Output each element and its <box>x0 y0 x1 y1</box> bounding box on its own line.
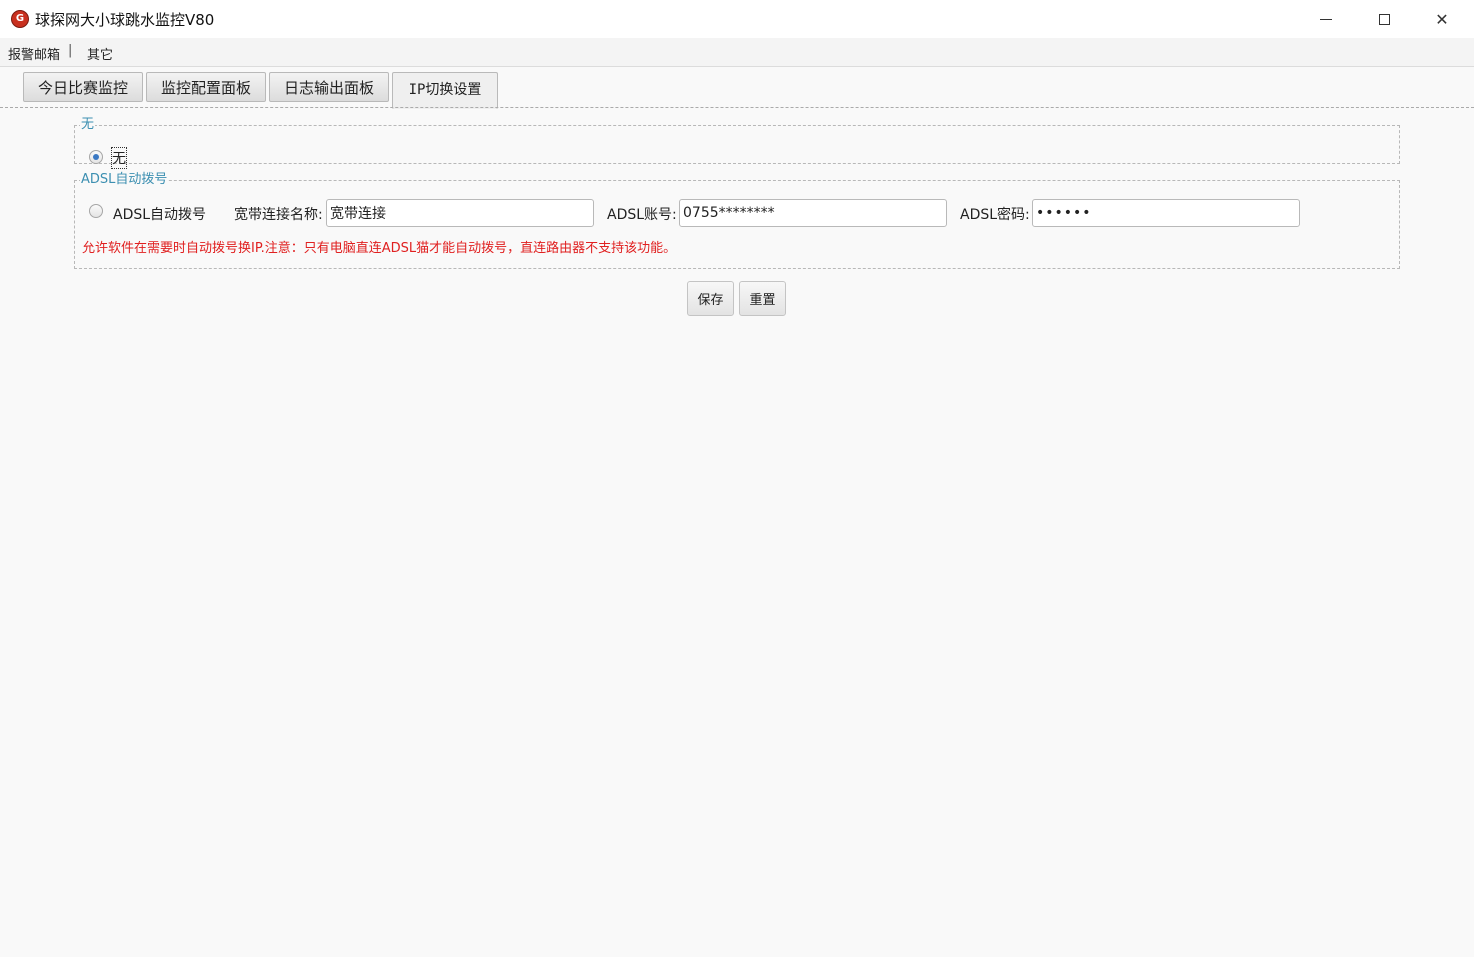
group-none-legend: 无 <box>80 116 96 134</box>
adsl-password-label: ADSL密码: <box>960 207 1030 223</box>
maximize-button[interactable] <box>1355 0 1413 38</box>
adsl-account-input[interactable] <box>679 199 947 227</box>
close-icon: ✕ <box>1435 9 1449 29</box>
tab-bar: 今日比赛监控 监控配置面板 日志输出面板 IP切换设置 <box>0 66 1474 109</box>
menu-item-other[interactable]: 其它 <box>87 44 113 63</box>
menu-item-alert-email[interactable]: 报警邮箱 <box>8 44 60 63</box>
tab-log-output[interactable]: 日志输出面板 <box>269 72 389 102</box>
minimize-icon <box>1320 18 1332 20</box>
reset-button[interactable]: 重置 <box>739 281 786 316</box>
connection-name-label: 宽带连接名称: <box>234 207 323 223</box>
tab-today-matches[interactable]: 今日比赛监控 <box>23 72 143 102</box>
connection-name-input[interactable] <box>326 199 594 227</box>
adsl-password-input[interactable] <box>1032 199 1300 227</box>
adsl-warning-text: 允许软件在需要时自动拨号换IP.注意：只有电脑直连ADSL猫才能自动拨号，直连路… <box>82 241 677 256</box>
tab-content-divider <box>0 107 1474 108</box>
menu-separator: | <box>68 43 73 58</box>
radio-none-label[interactable]: 无 <box>111 147 127 169</box>
window-title: 球探网大小球跳水监控V80 <box>35 11 215 29</box>
menu-bar: 报警邮箱 | 其它 <box>0 38 1474 67</box>
close-button[interactable]: ✕ <box>1413 0 1471 38</box>
radio-none[interactable] <box>89 150 103 164</box>
group-adsl-legend: ADSL自动拨号 <box>80 171 169 189</box>
radio-adsl-label[interactable]: ADSL自动拨号 <box>113 204 206 224</box>
tab-ip-switch[interactable]: IP切换设置 <box>392 72 498 109</box>
title-bar: G 球探网大小球跳水监控V80 ✕ <box>0 0 1474 38</box>
app-logo-icon: G <box>11 10 29 28</box>
save-button[interactable]: 保存 <box>687 281 734 316</box>
radio-adsl[interactable] <box>89 204 103 218</box>
group-none: 无 <box>74 116 1400 164</box>
adsl-account-label: ADSL账号: <box>607 207 677 223</box>
tab-monitor-config[interactable]: 监控配置面板 <box>146 72 266 102</box>
minimize-button[interactable] <box>1297 0 1355 38</box>
maximize-icon <box>1378 13 1390 25</box>
